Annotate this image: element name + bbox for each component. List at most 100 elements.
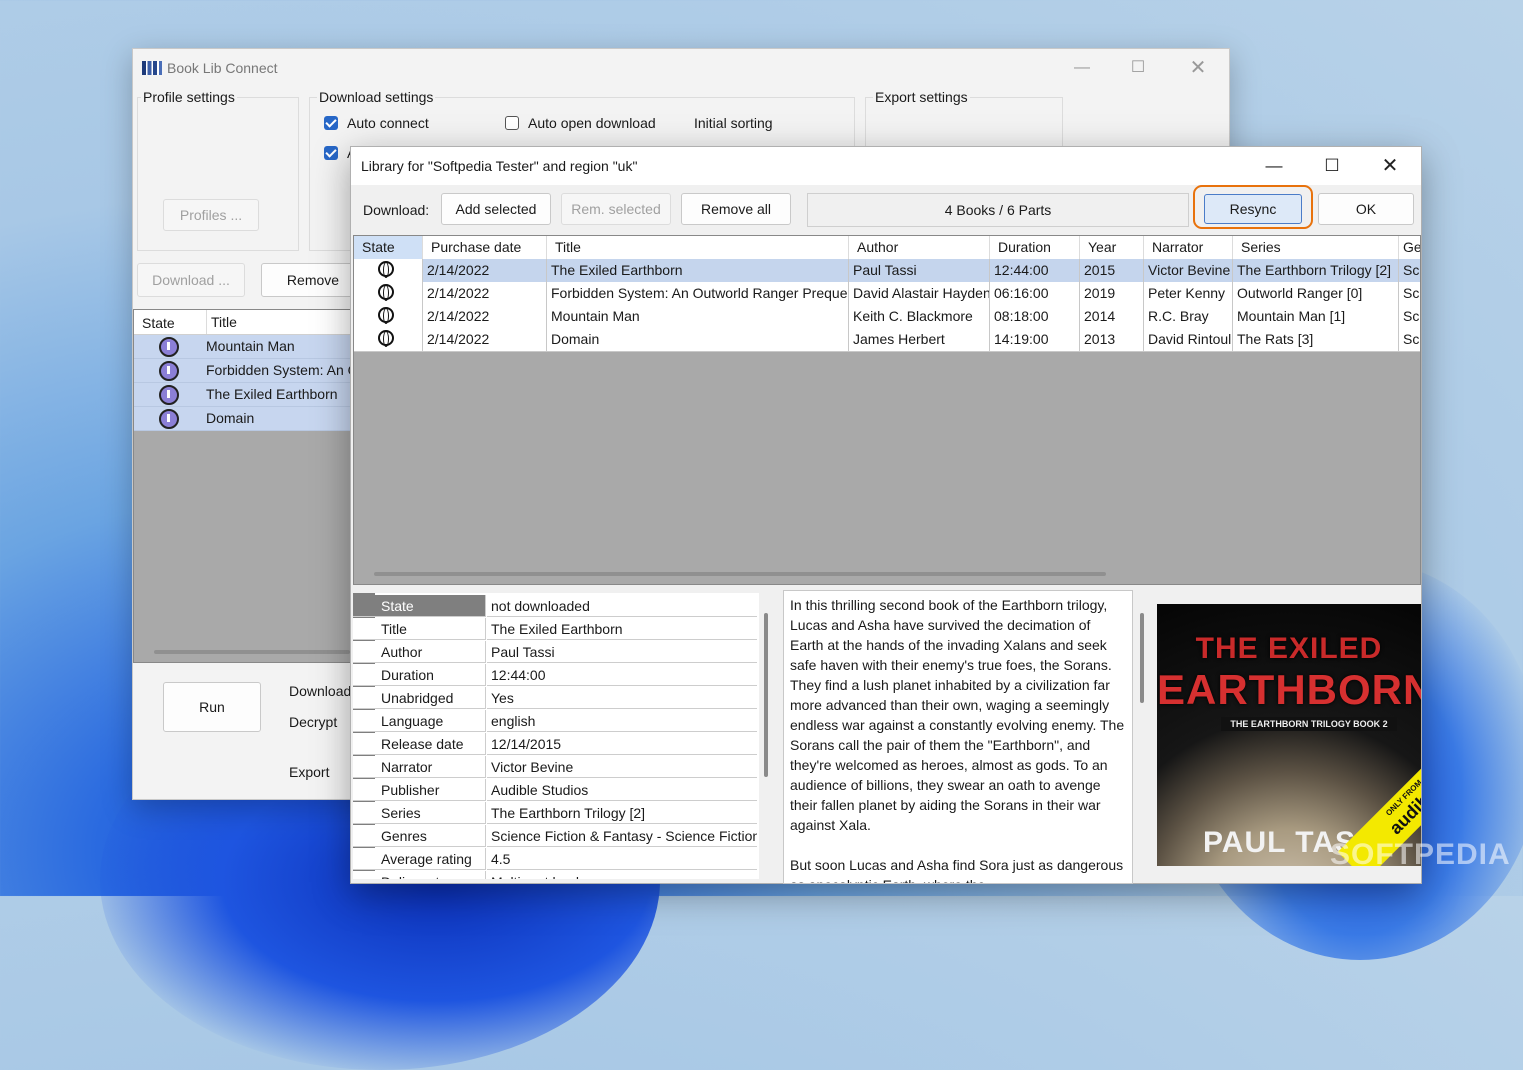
cell-author: James Herbert — [849, 328, 990, 351]
step-export-label: Export — [289, 764, 330, 780]
queue-header-title[interactable]: Title — [206, 310, 237, 334]
second-option-checkbox[interactable] — [324, 146, 338, 160]
details-vertical-scrollbar[interactable] — [764, 613, 768, 777]
app-logo-icon — [142, 61, 162, 75]
detail-row: Release date 12/14/2015 — [353, 733, 759, 756]
column-header-year[interactable]: Year — [1080, 236, 1144, 259]
library-titlebar[interactable]: Library for "Softpedia Tester" and regio… — [351, 147, 1421, 185]
maximize-icon[interactable]: ☐ — [1123, 55, 1153, 81]
cell-title: The Exiled Earthborn — [547, 259, 849, 282]
detail-key: Series — [353, 802, 486, 824]
step-decrypt-label: Decrypt — [289, 714, 338, 730]
detail-value: not downloaded — [487, 595, 757, 617]
cell-title: Mountain Man — [547, 305, 849, 328]
column-header-state[interactable]: State — [354, 236, 423, 259]
detail-key: Unabridged — [353, 687, 486, 709]
cell-narrator: Peter Kenny — [1144, 282, 1233, 305]
queue-header-state[interactable]: State — [142, 315, 175, 331]
library-horizontal-scrollbar[interactable] — [374, 572, 1106, 576]
table-row[interactable]: 2/14/2022 Mountain Man Keith C. Blackmore 0… — [354, 305, 1420, 329]
main-titlebar[interactable]: Book Lib Connect — ☐ ✕ — [133, 49, 1229, 87]
softpedia-watermark: SOFTPEDIA — [1330, 838, 1511, 871]
detail-key: Duration — [353, 664, 486, 686]
detail-key: Title — [353, 618, 486, 640]
not-downloaded-state-icon — [378, 261, 394, 278]
auto-connect-label: Auto connect — [347, 115, 429, 131]
cell-purchase-date: 2/14/2022 — [423, 305, 547, 328]
book-details-panel: State not downloaded Title The Exiled Earth… — [353, 593, 759, 879]
list-item[interactable]: Forbidden System: An O — [134, 359, 352, 383]
download-state-icon — [159, 385, 179, 405]
detail-key: Narrator — [353, 756, 486, 778]
cell-series: The Rats [3] — [1233, 328, 1399, 351]
book-count-panel: 4 Books / 6 Parts — [807, 193, 1189, 227]
detail-key: Delivery type — [353, 871, 486, 879]
rem-selected-button[interactable]: Rem. selected — [561, 193, 671, 225]
detail-value: The Exiled Earthborn — [487, 618, 757, 640]
queue-horizontal-scrollbar[interactable] — [154, 650, 350, 654]
cell-purchase-date: 2/14/2022 — [423, 259, 547, 282]
cell-state — [354, 282, 423, 305]
cell-title: Forbidden System: An Outworld Ranger Pre… — [547, 282, 849, 305]
cell-series: The Earthborn Trilogy [2] — [1233, 259, 1399, 282]
add-selected-button[interactable]: Add selected — [441, 193, 551, 225]
auto-open-download-label: Auto open download — [528, 115, 656, 131]
table-row[interactable]: 2/14/2022 Forbidden System: An Outworld R… — [354, 282, 1420, 306]
list-item[interactable]: Domain — [134, 407, 352, 431]
cell-series: Mountain Man [1] — [1233, 305, 1399, 328]
close-icon[interactable]: ✕ — [1183, 55, 1213, 81]
description-vertical-scrollbar[interactable] — [1140, 613, 1144, 703]
column-header-narrator[interactable]: Narrator — [1144, 236, 1233, 259]
book-description-text: In this thrilling second book of the Ear… — [790, 597, 1125, 883]
detail-value: Paul Tassi — [487, 641, 757, 663]
detail-row: Publisher Audible Studios — [353, 779, 759, 802]
column-header-author[interactable]: Author — [849, 236, 990, 259]
detail-row: Language english — [353, 710, 759, 733]
auto-open-download-checkbox[interactable] — [505, 116, 519, 130]
detail-row: Author Paul Tassi — [353, 641, 759, 664]
detail-key: State — [353, 595, 486, 617]
column-header-duration[interactable]: Duration — [990, 236, 1080, 259]
cell-duration: 08:18:00 — [990, 305, 1080, 328]
download-button[interactable]: Download ... — [137, 263, 245, 297]
library-table[interactable]: State Purchase date Title Author Duratio… — [353, 235, 1421, 585]
run-button[interactable]: Run — [163, 682, 261, 732]
minimize-icon[interactable]: — — [1259, 153, 1289, 179]
profile-settings-label: Profile settings — [141, 89, 237, 105]
cell-year: 2014 — [1080, 305, 1144, 328]
detail-key: Average rating — [353, 848, 486, 870]
column-header-genre[interactable]: Ge — [1399, 236, 1420, 259]
detail-row: Delivery typeMulti part book — [353, 871, 759, 879]
close-icon[interactable]: ✕ — [1375, 153, 1405, 179]
profiles-button[interactable]: Profiles ... — [163, 199, 259, 231]
detail-value: 12/14/2015 — [487, 733, 757, 755]
column-header-purchase-date[interactable]: Purchase date — [423, 236, 547, 259]
cell-duration: 06:16:00 — [990, 282, 1080, 305]
list-item[interactable]: The Exiled Earthborn — [134, 383, 352, 407]
resync-button[interactable]: Resync — [1204, 194, 1302, 224]
cell-state — [354, 305, 423, 328]
remove-all-button[interactable]: Remove all — [681, 193, 791, 225]
detail-value: Victor Bevine — [487, 756, 757, 778]
column-header-title[interactable]: Title — [547, 236, 849, 259]
book-cover-image: THE EXILED EARTHBORN THE EARTHBORN TRILO… — [1157, 604, 1421, 866]
minimize-icon[interactable]: — — [1067, 55, 1097, 81]
list-item[interactable]: Mountain Man — [134, 335, 352, 359]
detail-value: Science Fiction & Fantasy - Science Fict… — [487, 825, 757, 847]
column-header-series[interactable]: Series — [1233, 236, 1399, 259]
maximize-icon[interactable]: ☐ — [1317, 153, 1347, 179]
cell-purchase-date: 2/14/2022 — [423, 328, 547, 351]
ok-button[interactable]: OK — [1318, 193, 1414, 225]
book-description-box[interactable]: In this thrilling second book of the Ear… — [783, 590, 1133, 884]
table-row[interactable]: 2/14/2022 The Exiled Earthborn Paul Tassi 1… — [354, 259, 1420, 283]
queue-list-header: State Title — [134, 310, 352, 335]
auto-connect-checkbox[interactable] — [324, 116, 338, 130]
detail-row: Unabridged Yes — [353, 687, 759, 710]
cell-year: 2019 — [1080, 282, 1144, 305]
detail-row: Title The Exiled Earthborn — [353, 618, 759, 641]
download-toolbar-label: Download: — [363, 202, 430, 218]
detail-row: Average rating 4.5 — [353, 848, 759, 871]
download-queue-list[interactable]: State Title Mountain Man Forbidden Syste… — [133, 309, 353, 663]
cell-genre: Sci — [1399, 305, 1420, 328]
table-row[interactable]: 2/14/2022 Domain James Herbert 14:19:00 2013… — [354, 328, 1420, 352]
